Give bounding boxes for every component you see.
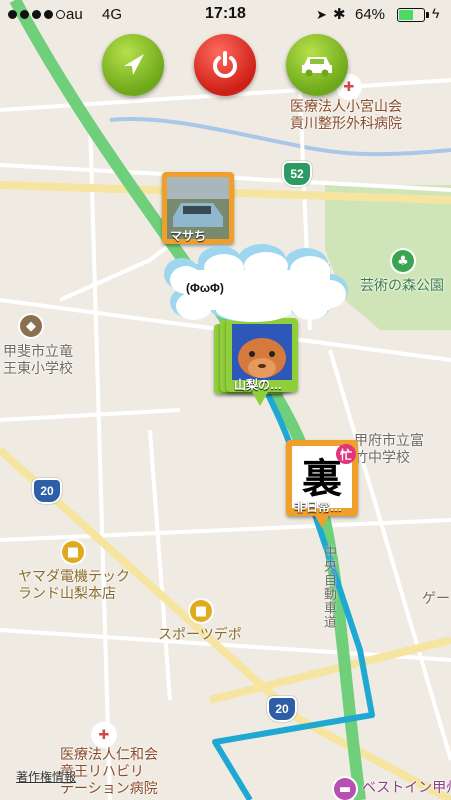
pin-hinichijou[interactable]: 裏 忙 非日常… xyxy=(286,440,366,532)
hotel-icon: ▬ xyxy=(334,778,356,800)
school-icon: ◆ xyxy=(20,315,42,337)
route-shield-20-south: 20 xyxy=(267,696,297,722)
store-line-2: ランド山梨本店 xyxy=(18,585,116,601)
navigation-arrow-icon xyxy=(124,54,144,75)
speech-bubble-text: (ΦωΦ) xyxy=(186,281,224,295)
store-line-1: ヤマダ電機テック xyxy=(18,568,130,584)
capybara-thumbnail xyxy=(232,324,292,380)
pin-pointer-2 xyxy=(314,514,330,528)
location-arrow-icon: ➤ xyxy=(316,7,327,22)
hospital-icon-2: ✚ xyxy=(93,724,115,746)
route-shield-52: 52 xyxy=(282,161,312,187)
charging-bolt-icon: ϟ xyxy=(432,5,440,21)
car-button[interactable] xyxy=(286,34,348,96)
hospital-label-1: 医療法人小宮山会 貢川整形外科病院 xyxy=(290,98,402,132)
pin-masachi[interactable]: マサち xyxy=(162,172,236,246)
hospital-name-line-1: 医療法人小宮山会 xyxy=(290,98,402,114)
busy-badge: 忙 xyxy=(336,444,356,464)
bluetooth-icon: ✱ xyxy=(333,6,346,23)
pin-yamanashi-label: 山梨の… xyxy=(234,378,283,392)
battery-percent: 64% xyxy=(355,6,386,23)
hospital-2-line-1: 医療法人仁和会 xyxy=(60,746,158,762)
school-1-line-2: 王東小学校 xyxy=(3,360,73,376)
location-button[interactable] xyxy=(102,34,164,96)
school-1-line-1: 甲斐市立竜 xyxy=(3,343,73,359)
store-label: ヤマダ電機テック ランド山梨本店 xyxy=(18,568,130,602)
hospital-name-line-2: 貢川整形外科病院 xyxy=(290,115,402,131)
power-button[interactable] xyxy=(194,34,256,96)
expressway-label: 中央自動車道 xyxy=(322,545,337,629)
car-icon xyxy=(302,57,332,77)
pin-yamanashi[interactable]: 山梨の… xyxy=(214,318,298,410)
school-label-1: 甲斐市立竜 王東小学校 xyxy=(3,343,73,377)
shopping-bag-icon: ■ xyxy=(190,600,212,622)
sports-store-label: スポーツデポ xyxy=(158,626,242,642)
status-bar: au 4G 17:18 ➤ ✱ 64% ϟ xyxy=(0,0,451,30)
pin-pointer xyxy=(252,392,268,406)
power-icon xyxy=(213,51,237,78)
route-shield-20-west: 20 xyxy=(32,478,62,504)
pin-hinichijou-label: 非日常… xyxy=(294,500,343,514)
park-label: 芸術の森公園 xyxy=(360,277,444,293)
copyright-link[interactable]: 著作権情報 xyxy=(16,768,76,785)
hotel-label: ベストイン甲州 xyxy=(362,779,451,795)
battery-icon xyxy=(397,8,429,22)
shopping-icon: ■ xyxy=(62,541,84,563)
tree-icon: ♣ xyxy=(392,250,414,272)
partial-label: ゲート xyxy=(422,590,451,606)
